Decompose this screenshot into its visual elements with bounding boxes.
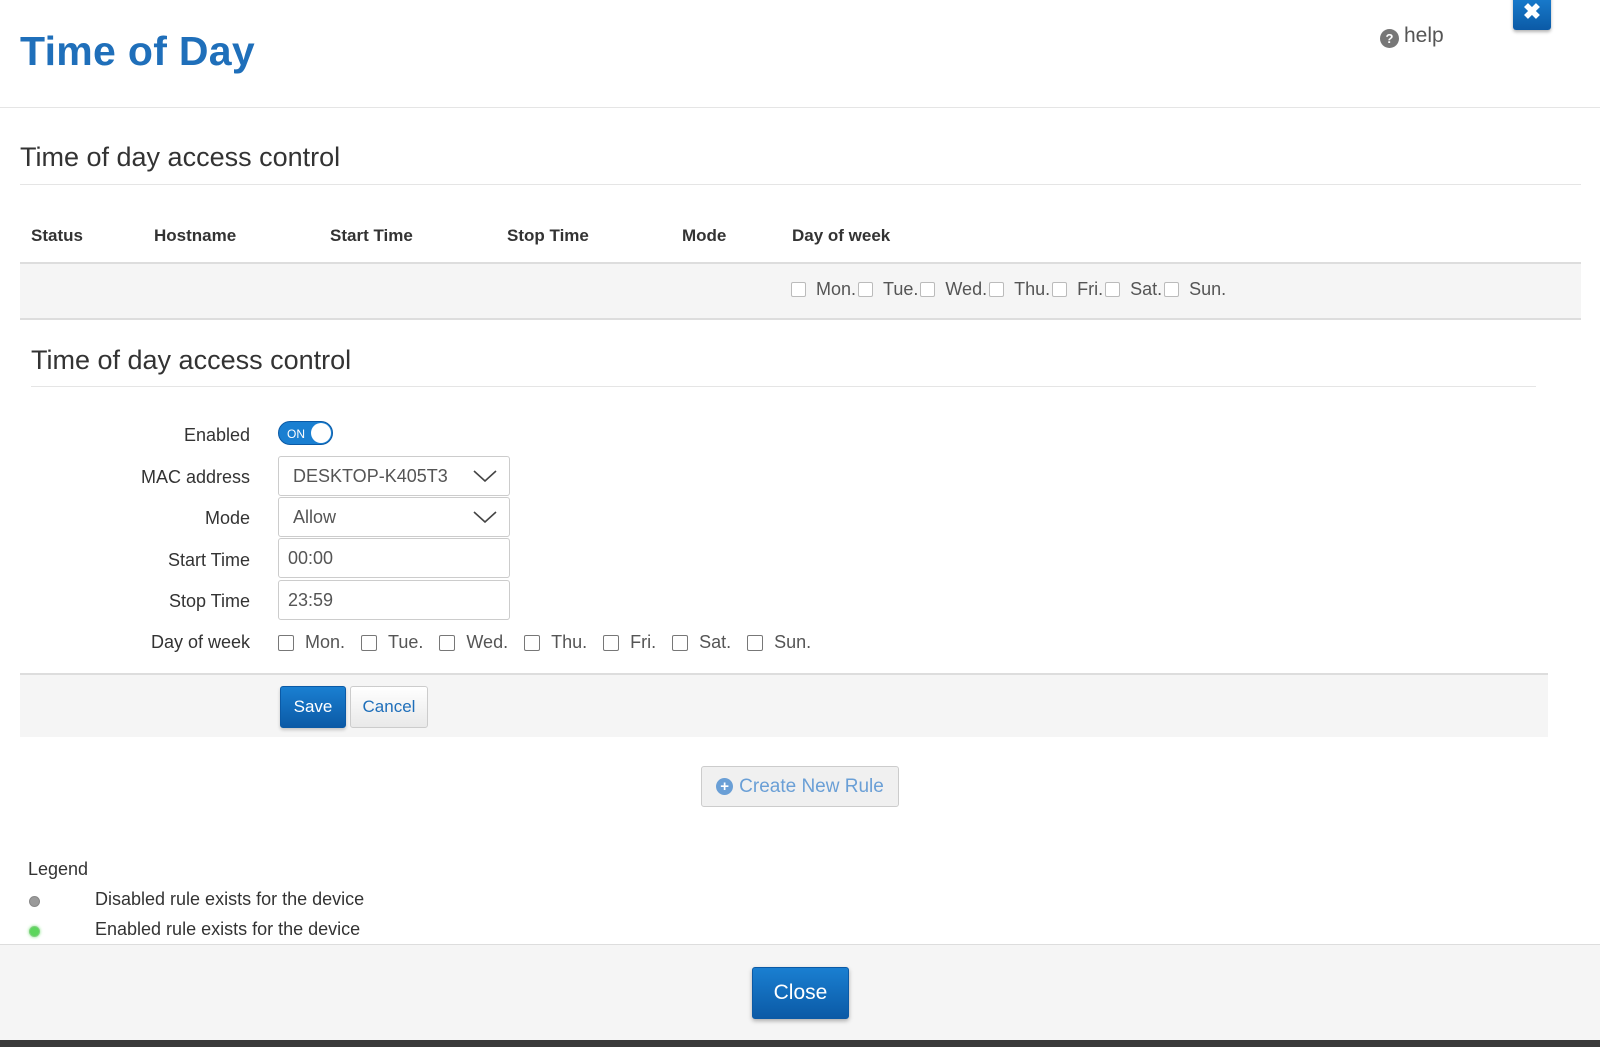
day-label: Mon. — [305, 632, 346, 652]
row-day-label: Fri. — [1077, 279, 1104, 299]
column-header-mode: Mode — [682, 226, 727, 245]
mac-address-value: DESKTOP-K405T3 — [293, 465, 448, 486]
row-checkbox-fri[interactable] — [1052, 282, 1068, 297]
plus-circle-icon: + — [716, 778, 734, 795]
close-x-button[interactable]: ✖ — [1513, 0, 1551, 30]
question-circle-icon: ? — [1380, 28, 1399, 48]
day-label: Sun. — [774, 632, 812, 652]
checkbox-sat[interactable] — [672, 634, 689, 651]
row-day-label: Sat. — [1130, 279, 1163, 299]
chevron-down-icon — [473, 470, 497, 482]
day-label: Tue. — [388, 632, 424, 652]
day-label: Fri. — [630, 632, 657, 652]
row-day-label: Tue. — [883, 279, 919, 299]
start-time-input[interactable]: 00:00 — [278, 538, 510, 578]
mac-address-select[interactable]: DESKTOP-K405T3 — [278, 456, 510, 496]
row-checkbox-sun[interactable] — [1164, 282, 1180, 297]
help-link[interactable]: ? help — [1380, 24, 1444, 48]
mode-value: Allow — [293, 506, 337, 527]
legend-enabled-text: Enabled rule exists for the device — [95, 919, 361, 939]
divider — [20, 184, 1581, 185]
checkbox-mon[interactable] — [278, 634, 294, 651]
divider — [31, 386, 1536, 387]
legend-disabled-text: Disabled rule exists for the device — [95, 889, 365, 909]
stop-time-label: Stop Time — [168, 591, 250, 611]
day-label: Thu. — [551, 632, 588, 652]
enabled-label: Enabled — [183, 425, 250, 445]
row-checkbox-thu[interactable] — [989, 282, 1005, 297]
row-day-label: Sun. — [1189, 279, 1227, 299]
form-section-heading: Time of day access control — [31, 345, 352, 375]
start-time-label: Start Time — [167, 550, 250, 570]
row-checkbox-wed[interactable] — [920, 282, 936, 297]
row-day-label: Thu. — [1014, 279, 1051, 299]
create-new-rule-label: Create New Rule — [739, 775, 884, 797]
row-checkbox-tue[interactable] — [858, 282, 874, 297]
column-header-status: Status — [31, 226, 83, 245]
enabled-status-dot-icon — [29, 926, 40, 937]
row-day-checkboxes: Mon. Tue. Wed. Thu. Fri. Sat. Sun. — [791, 279, 1228, 300]
toggle-state-text: ON — [287, 427, 305, 441]
disabled-status-dot-icon — [29, 896, 40, 907]
day-label: Wed. — [466, 632, 509, 652]
checkbox-fri[interactable] — [603, 634, 620, 651]
start-time-value: 00:00 — [288, 547, 334, 568]
row-day-label: Wed. — [945, 279, 988, 299]
checkbox-tue[interactable] — [361, 634, 378, 651]
row-day-label: Mon. — [816, 279, 857, 299]
row-checkbox-mon[interactable] — [791, 282, 806, 297]
stop-time-value: 23:59 — [288, 589, 334, 610]
cancel-button[interactable]: Cancel — [350, 686, 428, 728]
chevron-down-icon — [473, 511, 497, 523]
row-checkbox-sat[interactable] — [1105, 282, 1121, 297]
mac-address-label: MAC address — [140, 467, 250, 487]
checkbox-wed[interactable] — [439, 634, 456, 651]
close-button[interactable]: Close — [752, 967, 849, 1019]
stop-time-input[interactable]: 23:59 — [278, 580, 510, 620]
column-header-hostname: Hostname — [154, 226, 237, 245]
column-header-start-time: Start Time — [330, 226, 413, 245]
checkbox-sun[interactable] — [747, 634, 764, 651]
column-header-day-of-week: Day of week — [792, 226, 891, 245]
day-of-week-label: Day of week — [150, 632, 250, 652]
dialog-header: Time of Day ? help ✖ — [0, 0, 1600, 108]
column-header-stop-time: Stop Time — [507, 226, 589, 245]
page-title: Time of Day — [20, 28, 255, 74]
save-button[interactable]: Save — [280, 686, 346, 728]
form-day-checkboxes: Mon. Tue. Wed. Thu. Fri. Sat. Sun. — [278, 632, 827, 653]
mode-select[interactable]: Allow — [278, 497, 510, 537]
mode-label: Mode — [204, 508, 250, 528]
day-label: Sat. — [699, 632, 732, 652]
help-label: help — [1404, 24, 1444, 47]
create-new-rule-button[interactable]: + Create New Rule — [701, 766, 899, 807]
legend-title: Legend — [28, 859, 89, 879]
close-icon: ✖ — [1522, 0, 1542, 24]
enabled-toggle[interactable]: ON — [278, 421, 333, 445]
time-of-day-dialog: Time of Day ? help ✖ Time of day access … — [0, 0, 1600, 1040]
checkbox-thu[interactable] — [524, 634, 541, 651]
form-button-bar — [20, 673, 1548, 737]
table-section-heading: Time of day access control — [20, 142, 341, 172]
toggle-knob — [311, 423, 331, 443]
